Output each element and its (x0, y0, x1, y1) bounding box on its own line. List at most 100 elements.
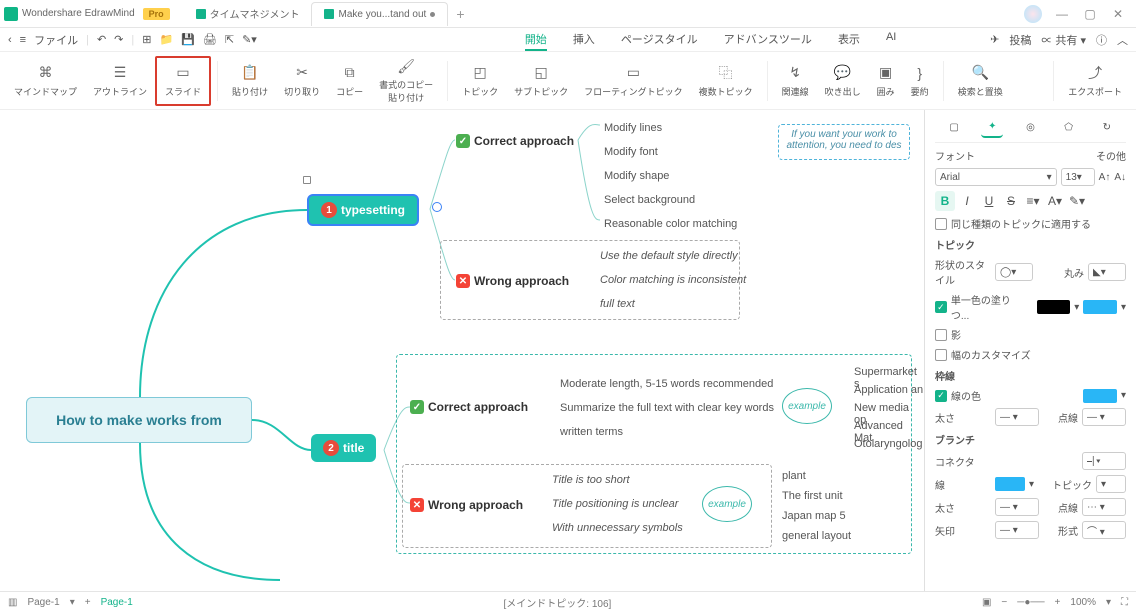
digest-button[interactable]: }要約 (903, 56, 937, 106)
minimize-button[interactable]: — (1048, 7, 1076, 21)
color-swatch[interactable] (995, 477, 1025, 491)
menu-tab-start[interactable]: 開始 (525, 29, 547, 51)
example-node[interactable]: example (782, 388, 832, 424)
undo-button[interactable]: ↶ (97, 33, 106, 46)
floating-button[interactable]: ▭フローティングトピック (576, 56, 690, 106)
leaf[interactable]: Title positioning is unclear (552, 498, 678, 510)
share-menu[interactable]: ∝ 共有 ▾ (1041, 32, 1086, 48)
dash-select[interactable]: ⋯ ▾ (1082, 498, 1126, 516)
color-swatch[interactable] (1083, 389, 1117, 403)
node-wrong-1[interactable]: ✕Wrong approach (456, 274, 569, 288)
fit-icon[interactable]: ▣ (982, 597, 991, 608)
example-node[interactable]: example (702, 486, 752, 522)
color-swatch[interactable] (1037, 300, 1071, 314)
thick-select[interactable]: — ▾ (995, 498, 1039, 516)
panel-tab-style[interactable]: ▢ (943, 116, 965, 138)
root-node[interactable]: How to make works from (26, 397, 252, 443)
zoom-in[interactable]: + (1055, 597, 1061, 608)
shadow-check[interactable] (935, 329, 947, 341)
leaf[interactable]: Modify shape (604, 170, 669, 182)
help-button[interactable]: ⓘ (1096, 32, 1107, 48)
leaf[interactable]: Otolaryngolog (854, 438, 923, 450)
dash-select[interactable]: — ▾ (1082, 408, 1126, 426)
collapse-ribbon[interactable]: ︿ (1117, 32, 1128, 48)
topic-button[interactable]: ◰トピック (454, 56, 506, 106)
leaf[interactable]: Modify font (604, 146, 658, 158)
pages-icon[interactable]: ▥ (8, 597, 17, 608)
selection-handle[interactable] (303, 176, 311, 184)
arrow-select[interactable]: — ▾ (995, 521, 1039, 539)
formatpaste-button[interactable]: 🖌書式のコピー 貼り付け (371, 56, 441, 106)
leaf[interactable]: plant (782, 470, 806, 482)
paste-button[interactable]: 📋貼り付け (224, 56, 276, 106)
leaf[interactable]: Use the default style directly (600, 250, 738, 262)
slide-button[interactable]: ▭スライド (155, 56, 211, 106)
callout-button[interactable]: 💬吹き出し (817, 56, 869, 106)
align-button[interactable]: ≡▾ (1023, 191, 1043, 211)
leaf[interactable]: Select background (604, 194, 695, 206)
outline-button[interactable]: ☰アウトライン (85, 56, 155, 106)
node-wrong-2[interactable]: ✕Wrong approach (410, 498, 523, 512)
strike-button[interactable]: S (1001, 191, 1021, 211)
leaf[interactable]: full text (600, 298, 635, 310)
width-check[interactable] (935, 349, 947, 361)
round-select[interactable]: ◣▾ (1088, 263, 1126, 281)
bold-button[interactable]: B (935, 191, 955, 211)
leaf[interactable]: Application an (854, 384, 923, 396)
menu-tab-view[interactable]: 表示 (838, 29, 860, 51)
other-link[interactable]: その他 (1096, 148, 1126, 163)
leaf[interactable]: written terms (560, 426, 623, 438)
zoom-out[interactable]: − (1001, 597, 1007, 608)
panel-tab-history[interactable]: ↻ (1096, 116, 1118, 138)
fullscreen-icon[interactable]: ⛶ (1121, 597, 1128, 608)
shape-select[interactable]: ◯▾ (995, 263, 1033, 281)
summary-button[interactable]: ▣囲み (869, 56, 903, 106)
leaf[interactable]: Modify lines (604, 122, 662, 134)
leaf[interactable]: general layout (782, 530, 851, 542)
new-button[interactable]: ⊞ (142, 33, 151, 46)
panel-tab-shape[interactable]: ⬠ (1058, 116, 1080, 138)
zoom-value[interactable]: 100% (1070, 597, 1096, 608)
menu-tab-pagestyle[interactable]: ページスタイル (621, 29, 698, 51)
font-inc[interactable]: A↑ (1099, 172, 1111, 183)
redo-button[interactable]: ↷ (114, 33, 123, 46)
search-button[interactable]: 🔍検索と置換 (950, 56, 1011, 106)
print-button[interactable]: 🖨 (203, 33, 217, 46)
file-menu[interactable]: ファイル (34, 32, 78, 48)
font-select[interactable]: Arial▾ (935, 168, 1057, 186)
send-icon[interactable]: ✈ (990, 33, 999, 46)
tab-2[interactable]: Make you...tand out (311, 2, 448, 26)
color-button[interactable]: A▾ (1045, 191, 1065, 211)
share-button[interactable]: ⇱ (225, 33, 234, 46)
cut-button[interactable]: ✂切り取り (276, 56, 328, 106)
multi-button[interactable]: ⿻複数トピック (691, 56, 761, 106)
add-page[interactable]: + (85, 597, 91, 608)
leaf[interactable]: Moderate length, 5-15 words recommended (560, 378, 773, 390)
avatar[interactable] (1024, 5, 1042, 23)
edit-button[interactable]: ✎▾ (242, 33, 257, 46)
page-link[interactable]: Page-1 (101, 597, 133, 608)
font-dec[interactable]: A↓ (1114, 172, 1126, 183)
open-button[interactable]: 📁 (159, 33, 173, 46)
export-button[interactable]: ⤴エクスポート (1060, 56, 1130, 106)
panel-tab-target[interactable]: ◎ (1019, 116, 1041, 138)
menu-tab-ai[interactable]: AI (886, 29, 896, 51)
leaf[interactable]: Japan map 5 (782, 510, 846, 522)
relation-button[interactable]: ↯関連線 (774, 56, 817, 106)
shape-select[interactable]: ⌒ ▾ (1082, 521, 1126, 539)
canvas[interactable]: How to make works from 1typesetting 2tit… (0, 110, 924, 591)
panel-tab-magic[interactable]: ✦ (981, 116, 1003, 138)
maximize-button[interactable]: ▢ (1076, 7, 1104, 21)
callout[interactable]: If you want your work to attention, you … (778, 124, 910, 160)
topic-select[interactable]: ▾ (1096, 475, 1126, 493)
save-button[interactable]: 💾 (181, 33, 195, 46)
expand-handle[interactable] (432, 202, 442, 212)
node-correct-1[interactable]: ✓Correct approach (456, 134, 574, 148)
menu-tab-advance[interactable]: アドバンスツール (724, 29, 812, 51)
size-select[interactable]: 13 ▾ (1061, 168, 1095, 186)
sametype-check[interactable] (935, 218, 947, 230)
leaf[interactable]: With unnecessary symbols (552, 522, 683, 534)
leaf[interactable]: Color matching is inconsistent (600, 274, 746, 286)
tab-1[interactable]: タイムマネジメント (184, 2, 312, 26)
new-tab-button[interactable]: + (448, 6, 472, 22)
